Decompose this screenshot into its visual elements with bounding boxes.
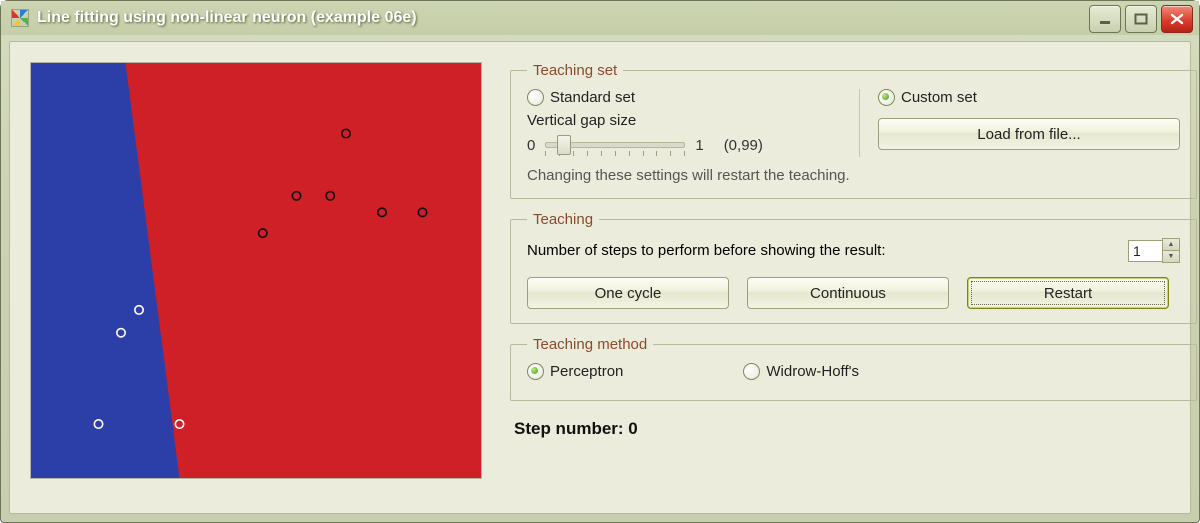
standard-set-radio[interactable]: Standard set [527,89,847,106]
teaching-legend: Teaching [527,211,599,228]
slider-thumb[interactable] [557,135,571,155]
maximize-icon [1134,13,1148,25]
data-point [175,420,183,428]
teaching-set-group: Teaching set Standard set Vertical gap s… [510,62,1197,199]
scatter-plot [31,63,481,478]
data-point [378,208,386,216]
steps-up-button[interactable]: ▲ [1162,238,1180,251]
data-point [342,129,350,137]
chevron-up-icon: ▲ [1168,241,1175,248]
steps-input[interactable] [1128,240,1162,262]
steps-label: Number of steps to perform before showin… [527,242,886,259]
radio-icon [527,89,544,106]
data-point [259,229,267,237]
one-cycle-label: One cycle [595,285,662,302]
data-point [292,192,300,200]
restart-button[interactable]: Restart [967,277,1169,309]
radio-icon [743,363,760,380]
steps-down-button[interactable]: ▼ [1162,251,1180,263]
radio-icon [527,363,544,380]
app-icon [11,9,29,27]
teaching-method-legend: Teaching method [527,336,653,353]
minimize-icon [1098,13,1112,25]
slider-max: 1 [695,137,703,154]
teaching-group: Teaching Number of steps to perform befo… [510,211,1197,324]
teaching-set-hint: Changing these settings will restart the… [527,167,1180,184]
custom-set-label: Custom set [901,89,977,106]
custom-set-radio[interactable]: Custom set [878,89,1180,106]
slider-value: (0,99) [724,137,763,154]
data-point [418,208,426,216]
teaching-set-legend: Teaching set [527,62,623,79]
radio-icon [878,89,895,106]
widrow-radio[interactable]: Widrow-Hoff's [743,363,859,380]
restart-label: Restart [1044,285,1092,302]
standard-set-label: Standard set [550,89,635,106]
maximize-button[interactable] [1125,5,1157,33]
window-title: Line fitting using non-linear neuron (ex… [37,9,417,27]
client-area: Teaching set Standard set Vertical gap s… [9,41,1191,514]
chevron-down-icon: ▼ [1168,253,1175,260]
vertical-gap-label: Vertical gap size [527,112,847,129]
close-icon [1170,13,1184,25]
vertical-gap-slider[interactable] [545,133,685,157]
steps-spinner[interactable]: ▲ ▼ [1128,238,1180,263]
continuous-label: Continuous [810,285,886,302]
visualization-panel [30,62,482,479]
load-from-file-button[interactable]: Load from file... [878,118,1180,150]
load-from-file-label: Load from file... [977,126,1080,143]
perceptron-label: Perceptron [550,363,623,380]
step-number-status: Step number: 0 [510,419,1197,439]
close-button[interactable] [1161,5,1193,33]
slider-min: 0 [527,137,535,154]
widrow-label: Widrow-Hoff's [766,363,859,380]
minimize-button[interactable] [1089,5,1121,33]
teaching-method-group: Teaching method Perceptron Widrow-Hoff's [510,336,1197,401]
perceptron-radio[interactable]: Perceptron [527,363,623,380]
app-window: Line fitting using non-linear neuron (ex… [0,0,1200,523]
titlebar[interactable]: Line fitting using non-linear neuron (ex… [1,1,1199,35]
data-point [326,192,334,200]
continuous-button[interactable]: Continuous [747,277,949,309]
one-cycle-button[interactable]: One cycle [527,277,729,309]
